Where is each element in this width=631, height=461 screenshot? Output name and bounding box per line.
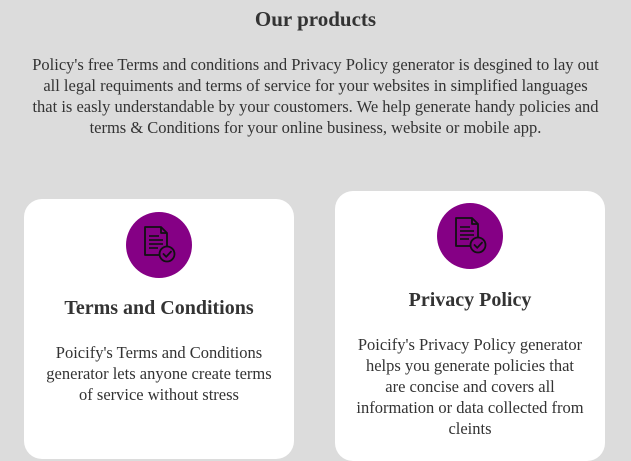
section-title: Our products: [254, 7, 377, 31]
document-check-icon: [126, 212, 192, 278]
product-card-terms[interactable]: Terms and Conditions Poicify's Terms and…: [24, 199, 294, 459]
document-check-icon: [437, 203, 503, 269]
card-description: Poicify's Terms and Conditions generator…: [46, 343, 272, 404]
product-card-privacy[interactable]: Privacy Policy Poicify's Privacy Policy …: [335, 191, 605, 461]
card-title: Terms and Conditions: [64, 297, 254, 319]
section-intro: Policy's free Terms and conditions and P…: [32, 55, 599, 137]
card-description: Poicify's Privacy Policy generator helps…: [356, 335, 584, 438]
card-title: Privacy Policy: [408, 289, 532, 311]
